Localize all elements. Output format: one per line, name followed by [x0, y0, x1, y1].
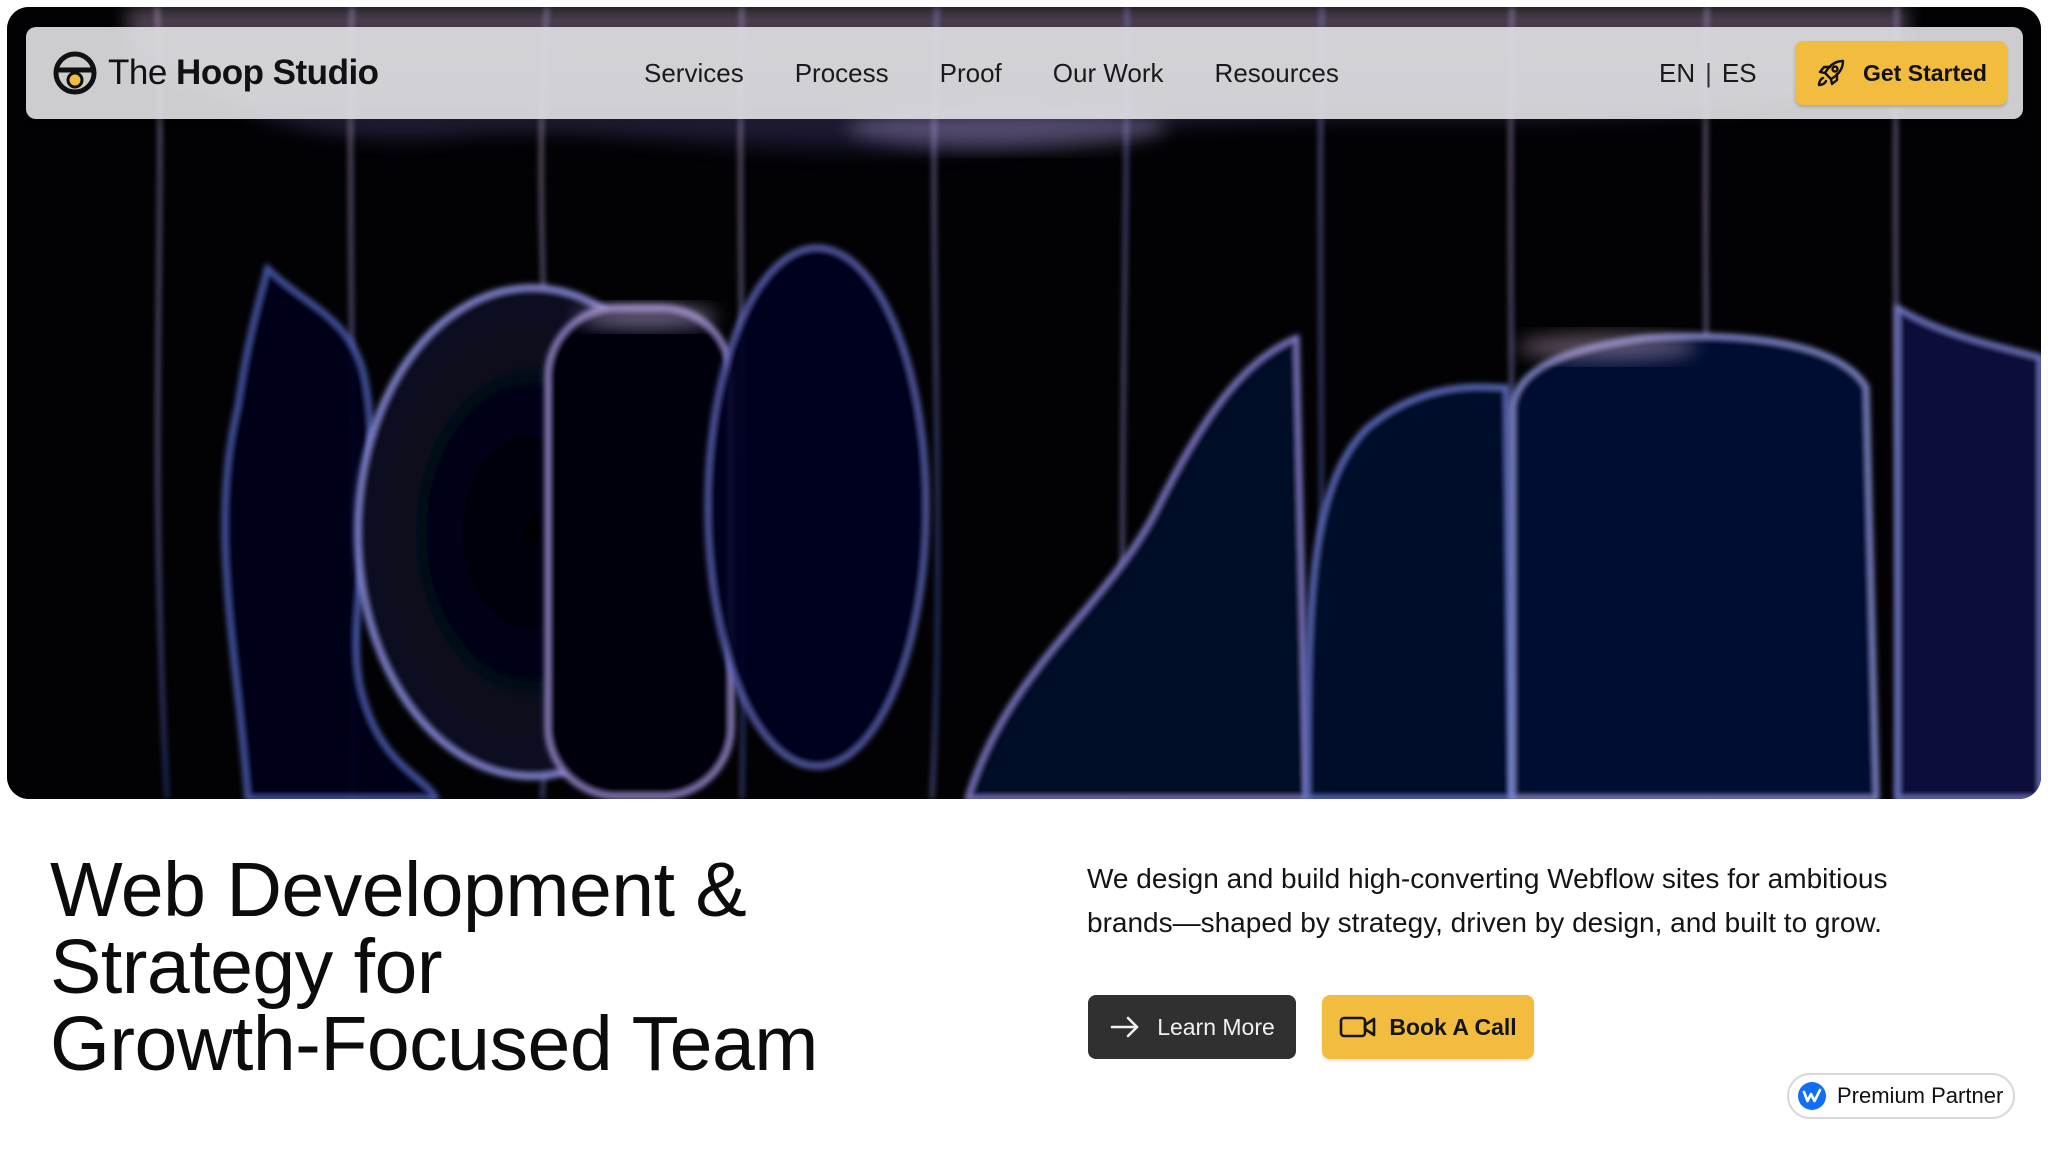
- headline-line-3: Growth-Focused Team: [50, 1001, 818, 1087]
- book-a-call-label: Book A Call: [1389, 1013, 1517, 1040]
- learn-more-button[interactable]: Learn More: [1088, 995, 1296, 1059]
- hero-headline: Web Development & Strategy for Growth-Fo…: [50, 852, 1010, 1083]
- premium-partner-badge[interactable]: Premium Partner: [1787, 1073, 2015, 1119]
- arrow-right-icon: [1110, 1016, 1139, 1038]
- lang-es[interactable]: ES: [1722, 58, 1757, 89]
- header-nav-bar: The Hoop Studio Services Process Proof O…: [26, 27, 2023, 119]
- nav-resources[interactable]: Resources: [1215, 58, 1339, 89]
- nav-our-work[interactable]: Our Work: [1053, 58, 1164, 89]
- lang-en[interactable]: EN: [1659, 58, 1695, 89]
- nav-services[interactable]: Services: [644, 58, 744, 89]
- brand-name: The Hoop Studio: [108, 53, 379, 93]
- headline-line-2: Strategy for: [50, 924, 443, 1010]
- hero-image: [7, 7, 2041, 799]
- lang-separator: |: [1705, 57, 1712, 88]
- premium-partner-label: Premium Partner: [1837, 1083, 2004, 1108]
- nav-process[interactable]: Process: [795, 58, 889, 89]
- nav-proof[interactable]: Proof: [940, 58, 1002, 89]
- get-started-label: Get Started: [1863, 59, 1987, 86]
- hero-description: We design and build high-converting Webf…: [1087, 863, 1888, 938]
- rocket-icon: [1817, 59, 1845, 87]
- hoop-logo-icon: [53, 51, 97, 95]
- webflow-icon: [1798, 1082, 1826, 1110]
- abstract-glass-artwork: [7, 7, 2041, 799]
- brand-logo[interactable]: The Hoop Studio: [52, 49, 379, 97]
- brand-name-bold: Hoop Studio: [176, 53, 379, 92]
- video-camera-icon: [1340, 1016, 1376, 1038]
- brand-name-light: The: [108, 53, 167, 92]
- book-a-call-button[interactable]: Book A Call: [1322, 995, 1534, 1059]
- main-nav: Services Process Proof Our Work Resource…: [644, 27, 1390, 119]
- get-started-button[interactable]: Get Started: [1795, 41, 2007, 105]
- learn-more-label: Learn More: [1157, 1013, 1275, 1040]
- language-switcher: EN | ES: [1659, 27, 1757, 119]
- headline-line-1: Web Development &: [50, 847, 747, 933]
